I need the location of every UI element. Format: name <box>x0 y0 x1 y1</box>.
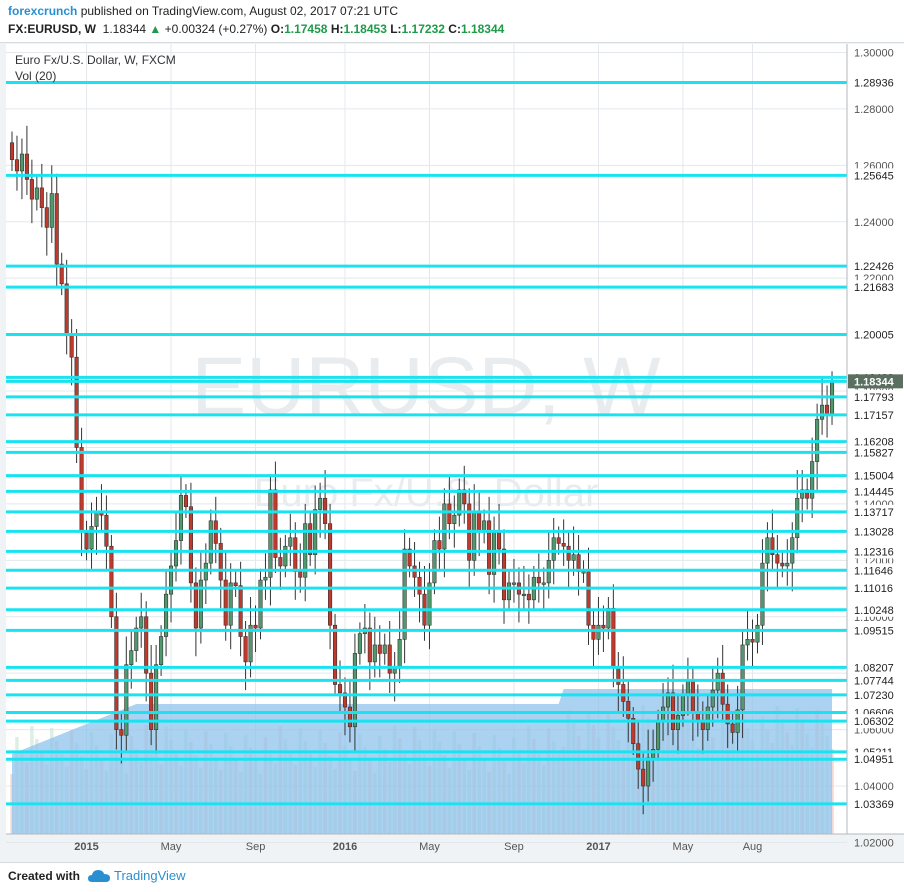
y-tick-label: 1.02000 <box>854 837 894 849</box>
x-tick-label: May <box>161 841 182 853</box>
chart-header: forexcrunch published on TradingView.com… <box>0 0 904 43</box>
level-label: 1.07230 <box>854 690 894 702</box>
high-value: 1.18453 <box>343 22 387 36</box>
level-label: 1.09515 <box>854 625 894 637</box>
tradingview-label: TradingView <box>114 868 186 883</box>
x-tick-label: 2016 <box>333 841 357 853</box>
candle <box>109 534 114 629</box>
up-arrow-icon: ▲ <box>149 22 162 36</box>
footer: Created with TradingView <box>0 862 904 892</box>
level-label: 1.17157 <box>854 410 894 422</box>
watermark-symbol: EURUSD, W <box>191 341 661 432</box>
x-tick-label: 2015 <box>74 841 98 853</box>
cloud-icon <box>88 869 110 882</box>
price-change: +0.00324 (+0.27%) <box>164 22 268 36</box>
volume-label: Vol (20) <box>15 69 56 83</box>
low-value: 1.17232 <box>401 22 445 36</box>
level-label: 1.28936 <box>854 77 894 89</box>
level-label: 1.21683 <box>854 282 894 294</box>
volume-layer <box>10 689 834 834</box>
publish-line: forexcrunch published on TradingView.com… <box>8 4 398 18</box>
y-tick-label: 1.30000 <box>854 47 894 59</box>
level-label: 1.10248 <box>854 605 894 617</box>
brand-link[interactable]: forexcrunch <box>8 4 77 18</box>
x-tick-label: May <box>673 841 694 853</box>
level-label: 1.22426 <box>854 261 894 273</box>
level-label: 1.07744 <box>854 675 894 687</box>
x-tick-label: Sep <box>504 841 524 853</box>
publish-info: published on TradingView.com, August 02,… <box>80 4 399 18</box>
level-label: 1.20005 <box>854 329 894 341</box>
x-tick-label: Sep <box>246 841 266 853</box>
level-label: 1.25645 <box>854 170 894 182</box>
close-label: C: <box>448 22 461 36</box>
open-value: 1.17458 <box>284 22 328 36</box>
x-tick-label: 2017 <box>586 841 610 853</box>
x-tick-label: May <box>419 841 440 853</box>
candle <box>333 613 338 696</box>
level-label: 1.15004 <box>854 471 894 483</box>
ohlc-line: FX:EURUSD, W 1.18344 ▲ +0.00324 (+0.27%)… <box>8 22 504 36</box>
level-label: 1.03369 <box>854 799 894 811</box>
level-label: 1.11646 <box>854 565 893 577</box>
level-label: 1.14445 <box>854 486 894 498</box>
x-tick-label: Aug <box>743 841 763 853</box>
level-label: 1.18344 <box>854 376 895 388</box>
created-with-label: Created with <box>8 869 81 883</box>
level-label: 1.13028 <box>854 526 894 538</box>
level-label: 1.13717 <box>854 507 894 519</box>
tradingview-link[interactable]: TradingView <box>88 868 186 883</box>
y-tick-label: 1.28000 <box>854 104 894 116</box>
level-label: 1.04951 <box>854 754 894 766</box>
y-tick-label: 1.04000 <box>854 781 894 793</box>
level-label: 1.08207 <box>854 662 894 674</box>
level-label: 1.17793 <box>854 392 894 404</box>
high-label: H: <box>330 22 344 36</box>
last-price: 1.18344 <box>102 22 147 36</box>
level-label: 1.11016 <box>854 583 893 595</box>
open-label: O: <box>270 22 285 36</box>
chart-title: Euro Fx/U.S. Dollar, W, FXCM <box>15 53 176 67</box>
price-chart[interactable]: EURUSD, W Euro Fx/U.S. Dollar 1.300001.2… <box>6 44 904 864</box>
level-label: 1.15827 <box>854 447 894 459</box>
close-value: 1.18344 <box>460 22 505 36</box>
level-label: 1.12316 <box>854 546 894 558</box>
level-label: 1.06302 <box>854 716 894 728</box>
low-label: L: <box>390 22 402 36</box>
chart-area[interactable]: EURUSD, W Euro Fx/U.S. Dollar 1.30000 1.2… <box>6 44 904 864</box>
symbol-label: FX:EURUSD, W <box>8 22 96 36</box>
y-tick-label: 1.24000 <box>854 217 894 229</box>
